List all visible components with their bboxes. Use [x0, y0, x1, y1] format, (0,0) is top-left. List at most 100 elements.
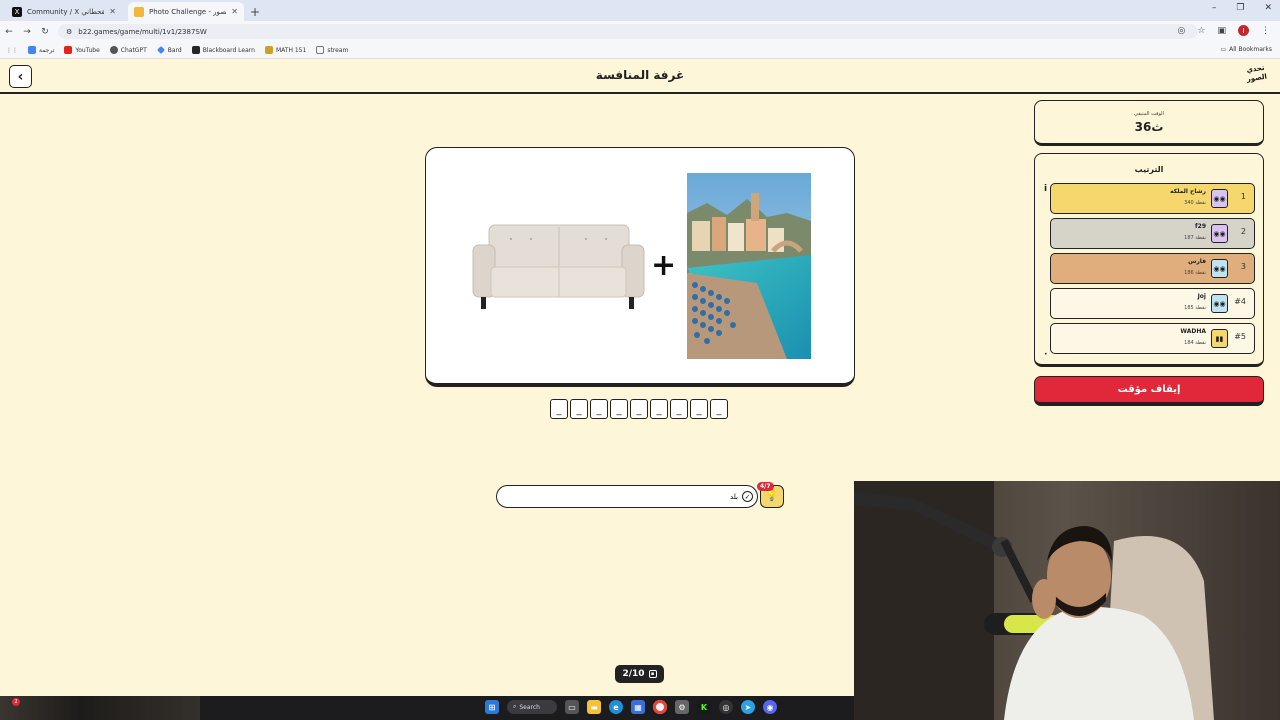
discord-icon[interactable]: ◉ [763, 700, 777, 714]
bookmark-bard[interactable]: Bard [156, 46, 182, 54]
lightbulb-icon: 💡 [765, 491, 779, 502]
url-text: b22.games/game/multi/1v1/2387SW [78, 27, 207, 36]
player-name: Joj [1197, 293, 1206, 300]
pause-timer-button[interactable]: إيقاف مؤقت [1034, 376, 1264, 406]
letter-slot: _ [550, 399, 568, 419]
bookmark-math[interactable]: MATH 151 [264, 46, 307, 54]
info-icon[interactable]: i [1044, 184, 1047, 194]
notification-badge: 2 [12, 698, 20, 706]
reload-icon[interactable]: ↻ [36, 27, 54, 37]
player-name: f29 [1195, 223, 1206, 230]
bookmark-label: ChatGPT [120, 46, 147, 54]
close-tab-icon[interactable]: ✕ [109, 7, 116, 16]
bookmark-chatgpt[interactable]: ChatGPT [109, 46, 147, 54]
bookmark-label: YouTube [75, 46, 100, 54]
tab-community-x[interactable]: X Community / X الوليد القحطاني ✕ [6, 2, 122, 21]
game-header: ‹ غرفة المنافسة تحدي الصور [0, 59, 1280, 94]
tab-title: Photo Challenge - تحدي الصور [149, 7, 227, 16]
webcam-overlay [854, 481, 1280, 720]
answer-letter-slots: _ _ _ _ _ _ _ _ _ [550, 399, 728, 419]
forward-nav-icon[interactable]: → [18, 27, 36, 37]
task-view-icon[interactable]: ▭ [565, 700, 579, 714]
site-info-icon[interactable]: ⚙ [66, 28, 72, 36]
taskbar-search[interactable]: ⌕ Search [507, 700, 557, 714]
letter-slot: _ [630, 399, 648, 419]
apps-grid-icon[interactable]: ⋮⋮ [6, 47, 18, 54]
answer-field-wrapper: ✓ [496, 485, 758, 508]
timer-panel: الوقت المتبقي 36ث [1034, 100, 1264, 146]
new-tab-button[interactable]: + [250, 5, 260, 19]
ranking-row: 1 ◉◉ رشاح الملكه 340 نقطة [1050, 183, 1255, 214]
letter-slot: _ [650, 399, 668, 419]
windows-taskbar: 2 ⊞ ⌕ Search ▭ ▬ e ▦ ⚙ K ◎ ➤ ◉ [0, 696, 854, 720]
kick-icon[interactable]: K [697, 700, 711, 714]
all-bookmarks-label: All Bookmarks [1229, 46, 1272, 53]
file-explorer-icon[interactable]: ▬ [587, 700, 601, 714]
chrome-icon[interactable] [653, 700, 667, 714]
telegram-icon[interactable]: ➤ [741, 700, 755, 714]
bookmark-label: MATH 151 [275, 46, 307, 54]
ranking-row: #5 ▮▮ WADHA 184 نقطة [1050, 323, 1255, 354]
timer-value: 36ث [1134, 120, 1164, 134]
submit-check-icon[interactable]: ✓ [742, 491, 753, 502]
chatgpt-icon [109, 46, 118, 54]
ranking-row: 3 ◉◉ فارس 186 نقطة [1050, 253, 1255, 284]
player-name: WADHA [1180, 328, 1206, 335]
taskbar-icons: ⊞ ⌕ Search ▭ ▬ e ▦ ⚙ K ◎ ➤ ◉ [485, 700, 777, 714]
edge-icon[interactable]: e [609, 700, 623, 714]
obs-icon[interactable]: ◎ [719, 700, 733, 714]
close-tab-icon[interactable]: ✕ [231, 7, 238, 16]
bookmark-label: Bard [167, 46, 182, 54]
player-avatar: ◉◉ [1211, 224, 1228, 243]
profile-avatar[interactable]: I [1238, 25, 1249, 36]
game-favicon-icon [134, 6, 144, 17]
player-avatar: ◉◉ [1211, 189, 1228, 208]
ranking-title: الترتيب [1134, 165, 1164, 174]
menu-icon[interactable]: ⋮ [1261, 26, 1270, 36]
bookmark-youtube[interactable]: YouTube [64, 46, 100, 54]
extensions-icon[interactable]: ▣ [1217, 26, 1226, 36]
eye-off-icon[interactable]: ◎ [1178, 26, 1186, 36]
tab-title: Community / X الوليد القحطاني [27, 7, 105, 16]
plus-icon: + [651, 248, 677, 283]
rank-number: 2 [1240, 227, 1246, 236]
translate-icon [28, 46, 36, 54]
bookmark-label: stream [327, 46, 349, 54]
search-icon: ⌕ [513, 703, 517, 710]
store-icon[interactable]: ▦ [631, 700, 645, 714]
star-icon[interactable]: ☆ [1197, 26, 1205, 36]
answer-input[interactable] [538, 492, 738, 501]
address-bar-row: ← → ↻ ⚙ b22.games/game/multi/1v1/2387SW … [0, 21, 1280, 42]
scroll-indicator[interactable]: • [1044, 351, 1048, 358]
all-bookmarks[interactable]: ▭ All Bookmarks [1220, 46, 1272, 53]
player-points: 185 نقطة [1184, 305, 1206, 311]
tab-photo-challenge[interactable]: Photo Challenge - تحدي الصور ✕ [128, 2, 244, 21]
player-avatar: ▮▮ [1211, 329, 1228, 348]
player-points: 184 نقطة [1184, 340, 1206, 346]
desktop-preview: 2 [0, 696, 200, 720]
bookmark-stream[interactable]: stream [316, 46, 348, 54]
folder-icon [316, 46, 325, 54]
streamer-webcam-image [854, 481, 1280, 720]
timer-label: الوقت المتبقي [1134, 111, 1164, 117]
windows-start-icon[interactable]: ⊞ [485, 700, 499, 714]
window-controls: – ❐ ✕ [1212, 3, 1272, 13]
beach-town-image [687, 173, 811, 359]
letter-slot: _ [610, 399, 628, 419]
close-window-button[interactable]: ✕ [1264, 3, 1272, 13]
restore-button[interactable]: ❐ [1236, 3, 1244, 13]
back-nav-icon[interactable]: ← [0, 27, 18, 37]
hint-count-badge: 4/7 [757, 482, 774, 491]
math-icon [264, 46, 273, 54]
player-avatar: ◉◉ [1211, 259, 1228, 278]
bookmark-translate[interactable]: ترجمة [28, 46, 54, 54]
player-name: رشاح الملكه [1170, 188, 1206, 195]
url-field[interactable]: ⚙ b22.games/game/multi/1v1/2387SW [58, 24, 1198, 39]
toolbar-right: ◎ ☆ ▣ I ⋮ [1178, 25, 1270, 36]
folder-icon: ▭ [1220, 46, 1227, 53]
settings-icon[interactable]: ⚙ [675, 700, 689, 714]
bookmark-blackboard[interactable]: Blackboard Learn [191, 46, 255, 54]
youtube-icon [64, 46, 73, 54]
minimize-button[interactable]: – [1212, 3, 1217, 13]
page-title: غرفة المنافسة [595, 68, 685, 82]
